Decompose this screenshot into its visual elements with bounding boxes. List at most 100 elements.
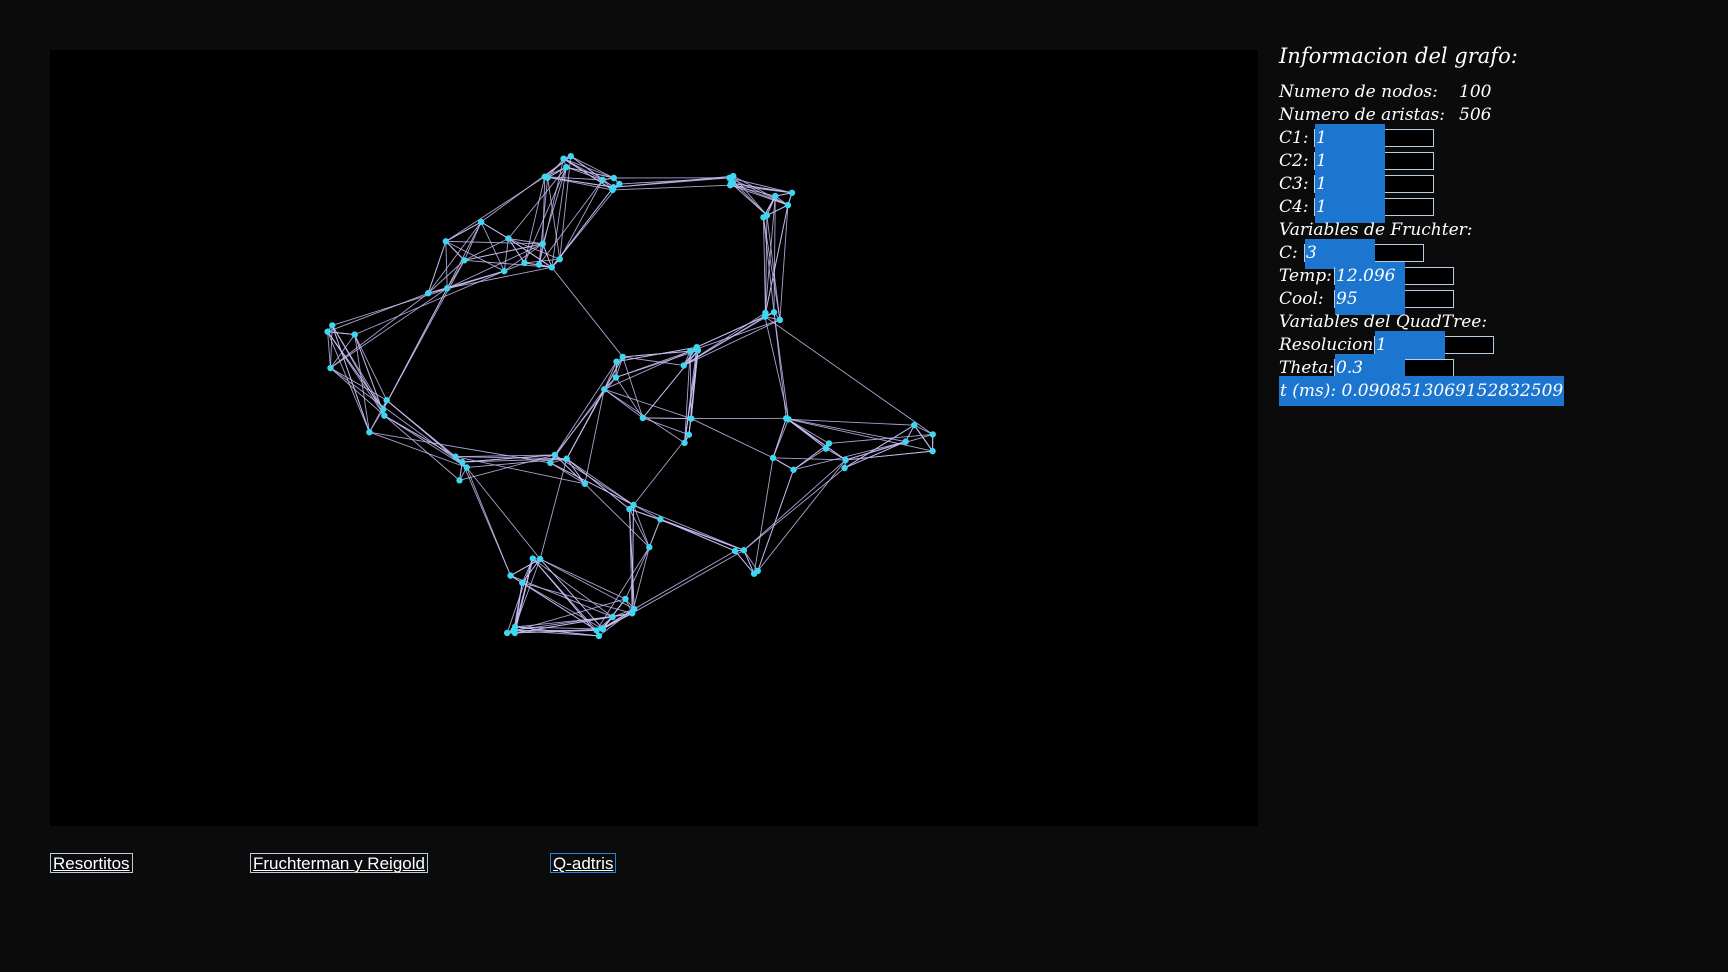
- graph-node[interactable]: [501, 267, 508, 275]
- graph-node[interactable]: [760, 214, 767, 221]
- graph-node[interactable]: [505, 235, 512, 242]
- graph-node[interactable]: [519, 579, 526, 586]
- graph-node[interactable]: [613, 358, 620, 365]
- graph-node[interactable]: [424, 290, 432, 297]
- graph-node[interactable]: [599, 625, 607, 633]
- graph-node[interactable]: [769, 454, 777, 462]
- graph-node[interactable]: [727, 182, 734, 189]
- resolution-input[interactable]: 1: [1374, 331, 1494, 361]
- graph-node[interactable]: [461, 257, 468, 264]
- graph-node[interactable]: [622, 595, 629, 603]
- graph-node[interactable]: [731, 547, 739, 555]
- graph-node[interactable]: [581, 480, 589, 487]
- graph-node[interactable]: [788, 189, 796, 196]
- graph-node[interactable]: [547, 459, 554, 467]
- graph-node[interactable]: [601, 386, 608, 393]
- graph-node[interactable]: [688, 415, 695, 422]
- graph-node[interactable]: [610, 184, 617, 191]
- graph-node[interactable]: [646, 544, 653, 551]
- graph-node[interactable]: [822, 445, 830, 452]
- graph-node[interactable]: [630, 501, 637, 509]
- graph-node[interactable]: [657, 516, 664, 523]
- cool-input[interactable]: 95: [1334, 285, 1454, 315]
- graph-node[interactable]: [324, 328, 331, 335]
- c1-row: C1: 1: [1279, 124, 1434, 154]
- graph-node[interactable]: [563, 455, 570, 462]
- graph-node[interactable]: [686, 347, 694, 355]
- theta-input[interactable]: 0.3: [1334, 354, 1454, 384]
- graph-node[interactable]: [783, 415, 790, 422]
- graph-node[interactable]: [548, 264, 555, 271]
- graph-node[interactable]: [477, 218, 485, 226]
- graph-node[interactable]: [610, 174, 618, 182]
- graph-node[interactable]: [929, 431, 936, 438]
- graph-node[interactable]: [681, 439, 688, 447]
- graph-node[interactable]: [902, 438, 909, 445]
- graph-node[interactable]: [563, 163, 570, 171]
- graph-node[interactable]: [381, 412, 388, 419]
- graph-node[interactable]: [929, 447, 936, 455]
- graph-node[interactable]: [443, 285, 451, 292]
- graph-edge: [631, 549, 745, 614]
- graph-node[interactable]: [329, 322, 336, 329]
- c-row: C: 3: [1279, 239, 1424, 269]
- graph-node[interactable]: [726, 174, 733, 182]
- graph-node[interactable]: [694, 347, 702, 354]
- graph-node[interactable]: [772, 192, 779, 200]
- temp-input[interactable]: 12.096: [1334, 262, 1454, 292]
- graph-node[interactable]: [680, 362, 688, 369]
- c4-input[interactable]: 1: [1314, 193, 1434, 223]
- graph-node[interactable]: [841, 464, 848, 472]
- graph-node[interactable]: [379, 406, 387, 413]
- graph-node[interactable]: [459, 458, 466, 466]
- graph-node[interactable]: [442, 238, 450, 245]
- c1-input[interactable]: 1: [1314, 124, 1434, 154]
- graph-node[interactable]: [535, 261, 543, 268]
- graph-node[interactable]: [750, 570, 758, 577]
- graph-node[interactable]: [599, 176, 606, 184]
- resortitos-button[interactable]: Resortitos: [50, 853, 133, 873]
- graph-node[interactable]: [383, 397, 390, 404]
- graph-node[interactable]: [539, 240, 546, 248]
- graph-node[interactable]: [521, 259, 528, 267]
- graph-node[interactable]: [541, 173, 548, 180]
- c-input[interactable]: 3: [1304, 239, 1424, 269]
- graph-node[interactable]: [616, 180, 623, 188]
- graph-node[interactable]: [463, 464, 470, 471]
- graph-node[interactable]: [536, 555, 544, 563]
- graph-node[interactable]: [560, 155, 567, 162]
- graph-node[interactable]: [593, 627, 600, 634]
- graph-node[interactable]: [776, 316, 784, 324]
- graph-node[interactable]: [452, 453, 459, 460]
- graph-node[interactable]: [529, 555, 536, 562]
- graph-node[interactable]: [456, 477, 463, 484]
- graph-node[interactable]: [770, 309, 778, 316]
- fruchterman-button[interactable]: Fruchterman y Reigold: [250, 853, 428, 873]
- graph-node[interactable]: [507, 572, 514, 579]
- graph-node[interactable]: [351, 331, 358, 338]
- graph-node[interactable]: [503, 629, 511, 637]
- graph-node[interactable]: [366, 428, 373, 436]
- graph-canvas[interactable]: [50, 50, 1258, 826]
- graph-node[interactable]: [619, 353, 626, 361]
- quadtris-button[interactable]: Q-adtris: [550, 853, 617, 873]
- graph-node[interactable]: [790, 466, 797, 473]
- graph-node[interactable]: [567, 153, 574, 160]
- graph-node[interactable]: [628, 610, 636, 617]
- graph-node[interactable]: [911, 421, 918, 429]
- graph-node[interactable]: [510, 627, 517, 634]
- graph-node[interactable]: [685, 431, 693, 438]
- c2-input[interactable]: 1: [1314, 147, 1434, 177]
- graph-node[interactable]: [551, 451, 559, 459]
- graph-node[interactable]: [842, 456, 849, 464]
- graph-node[interactable]: [762, 309, 769, 316]
- c3-input[interactable]: 1: [1314, 170, 1434, 200]
- graph-node[interactable]: [784, 201, 792, 209]
- graph-node[interactable]: [612, 374, 620, 381]
- graph-node[interactable]: [740, 547, 748, 554]
- graph-node[interactable]: [609, 613, 616, 621]
- graph-node[interactable]: [639, 414, 646, 422]
- graph-node[interactable]: [327, 364, 334, 372]
- graph-node[interactable]: [556, 255, 563, 263]
- graph-node[interactable]: [595, 632, 603, 640]
